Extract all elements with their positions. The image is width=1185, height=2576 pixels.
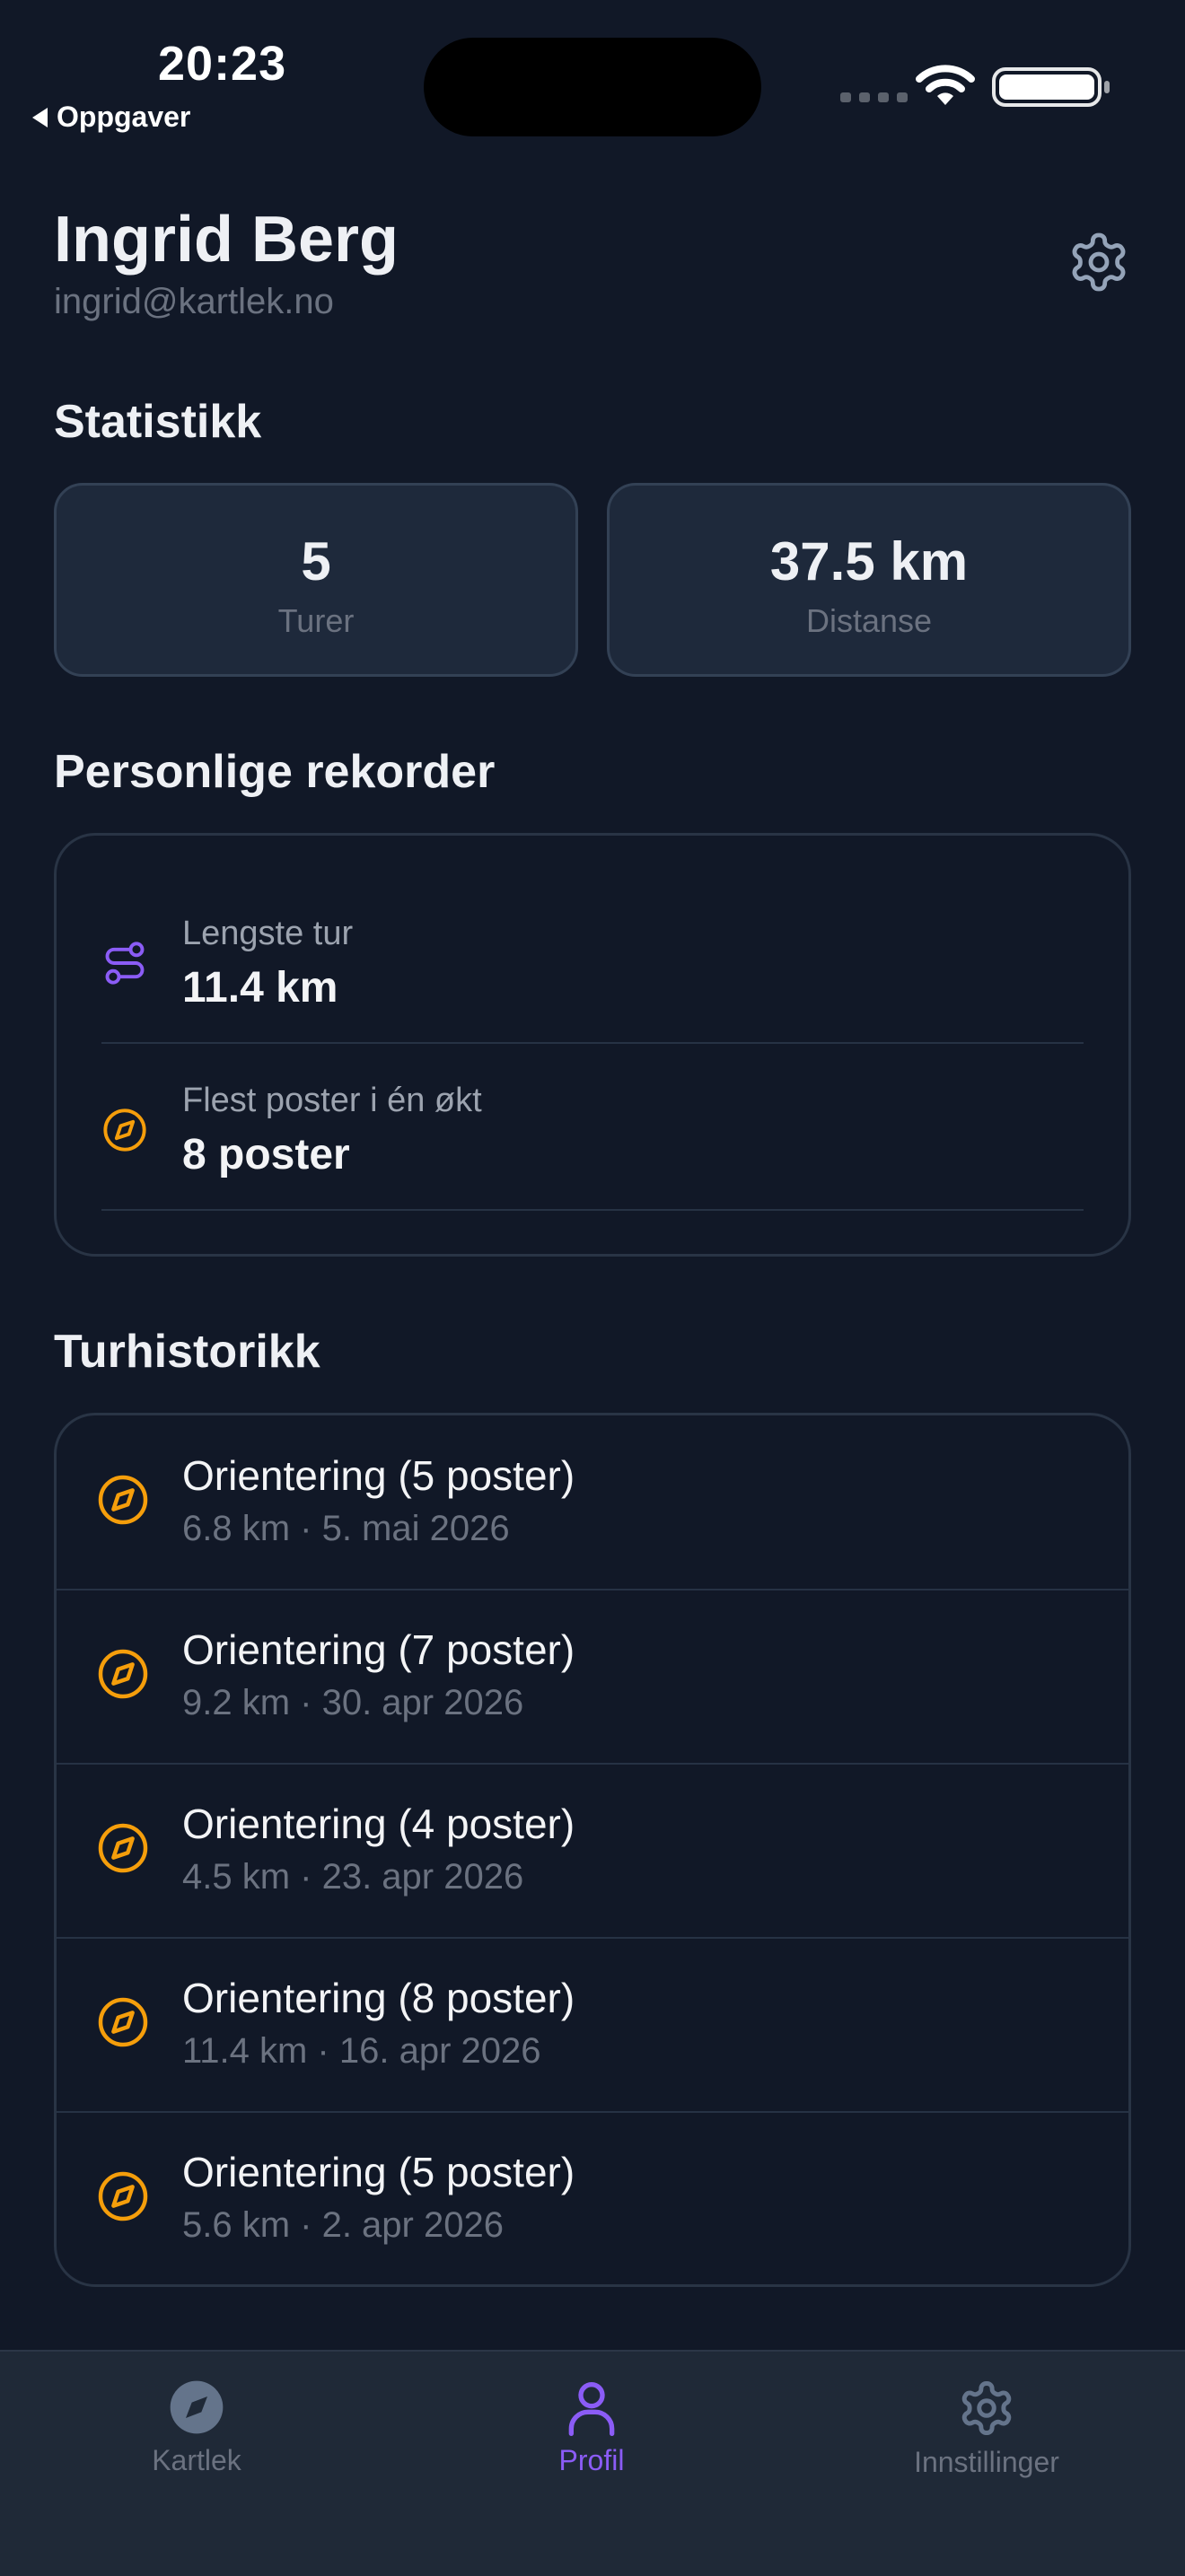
wifi-icon xyxy=(916,65,975,105)
tab-label: Innstillinger xyxy=(914,2446,1059,2478)
back-triangle-icon xyxy=(32,107,48,127)
dynamic-island xyxy=(424,38,761,136)
compass-icon xyxy=(98,1649,148,1699)
compass-icon xyxy=(170,2380,224,2434)
status-time: 20:23 xyxy=(158,37,287,91)
compass-icon xyxy=(103,1108,146,1152)
tab-bar: Kartlek Profil Innstillinger xyxy=(0,2350,1185,2576)
history-item[interactable]: Orientering (5 poster) 6.8 km · 5. mai 2… xyxy=(57,1415,1128,1590)
tab-label: Profil xyxy=(558,2444,625,2476)
history-item-subtitle: 11.4 km · 16. apr 2026 xyxy=(182,2031,541,2071)
history-item-subtitle: 6.8 km · 5. mai 2026 xyxy=(182,1509,510,1548)
record-value: 11.4 km xyxy=(182,964,338,1012)
history-item[interactable]: Orientering (5 poster) 5.6 km · 2. apr 2… xyxy=(57,2112,1128,2286)
profile-name: Ingrid Berg xyxy=(54,204,399,276)
records-panel: Lengste tur 11.4 km Flest poster i én øk… xyxy=(54,833,1131,1257)
battery-icon xyxy=(992,67,1110,107)
record-value: 8 poster xyxy=(182,1131,350,1178)
cellular-signal-icon xyxy=(840,92,908,102)
history-item-title: Orientering (7 poster) xyxy=(182,1626,575,1673)
records-section-title: Personlige rekorder xyxy=(54,746,496,798)
history-item-subtitle: 9.2 km · 30. apr 2026 xyxy=(182,1683,524,1722)
record-most-checkpoints: Flest poster i én økt 8 poster xyxy=(57,1044,1128,1211)
compass-icon xyxy=(98,2171,148,2221)
tab-kartlek[interactable]: Kartlek xyxy=(62,2379,331,2477)
record-longest-trip: Lengste tur 11.4 km xyxy=(57,836,1128,1044)
tab-label: Kartlek xyxy=(152,2444,241,2476)
history-item-title: Orientering (4 poster) xyxy=(182,1801,575,1847)
profile-email: ingrid@kartlek.no xyxy=(54,282,334,321)
compass-icon xyxy=(98,1475,148,1525)
history-item[interactable]: Orientering (7 poster) 9.2 km · 30. apr … xyxy=(57,1590,1128,1764)
record-label: Lengste tur xyxy=(182,915,354,952)
tab-innstillinger[interactable]: Innstillinger xyxy=(852,2379,1121,2479)
history-item-subtitle: 5.6 km · 2. apr 2026 xyxy=(182,2205,504,2245)
history-section-title: Turhistorikk xyxy=(54,1326,320,1378)
record-divider xyxy=(101,1209,1084,1211)
history-item-title: Orientering (5 poster) xyxy=(182,2149,575,2195)
history-list: Orientering (5 poster) 6.8 km · 5. mai 2… xyxy=(54,1413,1131,2287)
tab-profil[interactable]: Profil xyxy=(457,2379,726,2477)
compass-icon xyxy=(98,1823,148,1873)
stat-card-distance: 37.5 km Distanse xyxy=(607,483,1131,677)
stat-value: 37.5 km xyxy=(769,531,969,591)
back-to-app-button[interactable]: Oppgaver xyxy=(32,101,190,134)
history-item[interactable]: Orientering (4 poster) 4.5 km · 23. apr … xyxy=(57,1764,1128,1938)
stats-section-title: Statistikk xyxy=(54,396,262,448)
history-item[interactable]: Orientering (8 poster) 11.4 km · 16. apr… xyxy=(57,1938,1128,2112)
stat-card-trips: 5 Turer xyxy=(54,483,578,677)
compass-icon xyxy=(98,1997,148,2047)
gear-icon xyxy=(961,2381,1012,2435)
history-item-subtitle: 4.5 km · 23. apr 2026 xyxy=(182,1857,524,1897)
stat-value: 5 xyxy=(301,531,331,591)
history-item-title: Orientering (8 poster) xyxy=(182,1975,575,2021)
stat-label: Distanse xyxy=(805,602,933,639)
record-label: Flest poster i én økt xyxy=(182,1082,482,1119)
route-icon xyxy=(105,942,145,985)
person-icon xyxy=(568,2382,615,2436)
back-label: Oppgaver xyxy=(57,101,191,133)
history-item-title: Orientering (5 poster) xyxy=(182,1452,575,1499)
stat-label: Turer xyxy=(277,602,355,639)
settings-gear-button[interactable] xyxy=(1066,230,1131,294)
